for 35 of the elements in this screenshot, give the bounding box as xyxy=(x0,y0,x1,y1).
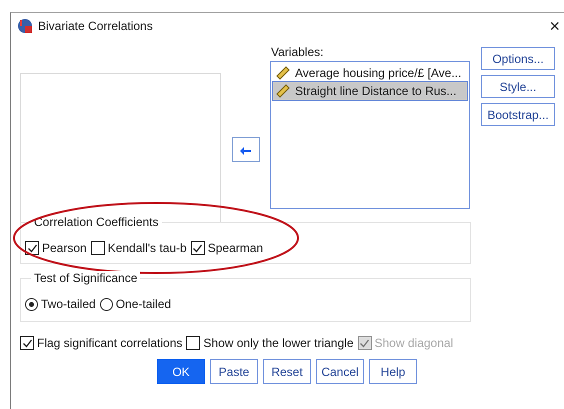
checkbox[interactable] xyxy=(90,241,105,255)
arrow-icon xyxy=(240,144,252,154)
variables-label: Variables: xyxy=(271,44,324,61)
app-icon xyxy=(17,18,33,34)
checkbox[interactable] xyxy=(25,241,39,255)
variables-list[interactable]: Average housing price/£ [Ave... Straight line Distance to Rus... xyxy=(270,61,470,209)
close-button[interactable]: × xyxy=(545,16,564,36)
ruler-icon xyxy=(276,66,290,80)
checkbox-option[interactable]: Show only the lower triangle xyxy=(186,336,354,350)
dialog-button[interactable]: Paste xyxy=(210,359,258,384)
group-title: Test of Significance xyxy=(31,271,140,285)
variable-item[interactable]: Straight line Distance to Rus... xyxy=(273,82,467,100)
dialog-button[interactable]: OK xyxy=(157,359,205,384)
dialog-button[interactable]: Options... xyxy=(481,47,555,70)
group-title: Correlation Coefficients xyxy=(31,215,162,229)
checkbox-option[interactable]: Spearman xyxy=(190,241,264,255)
variable-item[interactable]: Average housing price/£ [Ave... xyxy=(273,64,467,82)
dialog-button[interactable]: Bootstrap... xyxy=(481,103,555,126)
dialog-button[interactable]: Help xyxy=(369,359,417,384)
radio-button[interactable] xyxy=(25,298,38,310)
checkbox[interactable] xyxy=(190,241,205,255)
radio-button[interactable] xyxy=(100,298,113,310)
checkbox-option[interactable]: Flag significant correlations xyxy=(20,336,182,350)
window-title: Bivariate Correlations xyxy=(38,19,153,33)
checkbox[interactable] xyxy=(20,336,34,350)
checkbox[interactable] xyxy=(186,336,200,350)
dialog-button[interactable]: Style... xyxy=(481,75,555,98)
radio-option[interactable]: Two-tailed xyxy=(25,297,96,311)
move-button[interactable] xyxy=(232,137,260,162)
dialog-button[interactable]: Reset xyxy=(263,359,311,384)
dialog-button[interactable]: Cancel xyxy=(316,359,364,384)
checkbox-option[interactable]: Kendall's tau-b xyxy=(90,241,187,255)
checkbox-option[interactable]: Pearson xyxy=(25,241,87,255)
ruler-icon xyxy=(276,84,290,98)
radio-option[interactable]: One-tailed xyxy=(100,297,172,311)
